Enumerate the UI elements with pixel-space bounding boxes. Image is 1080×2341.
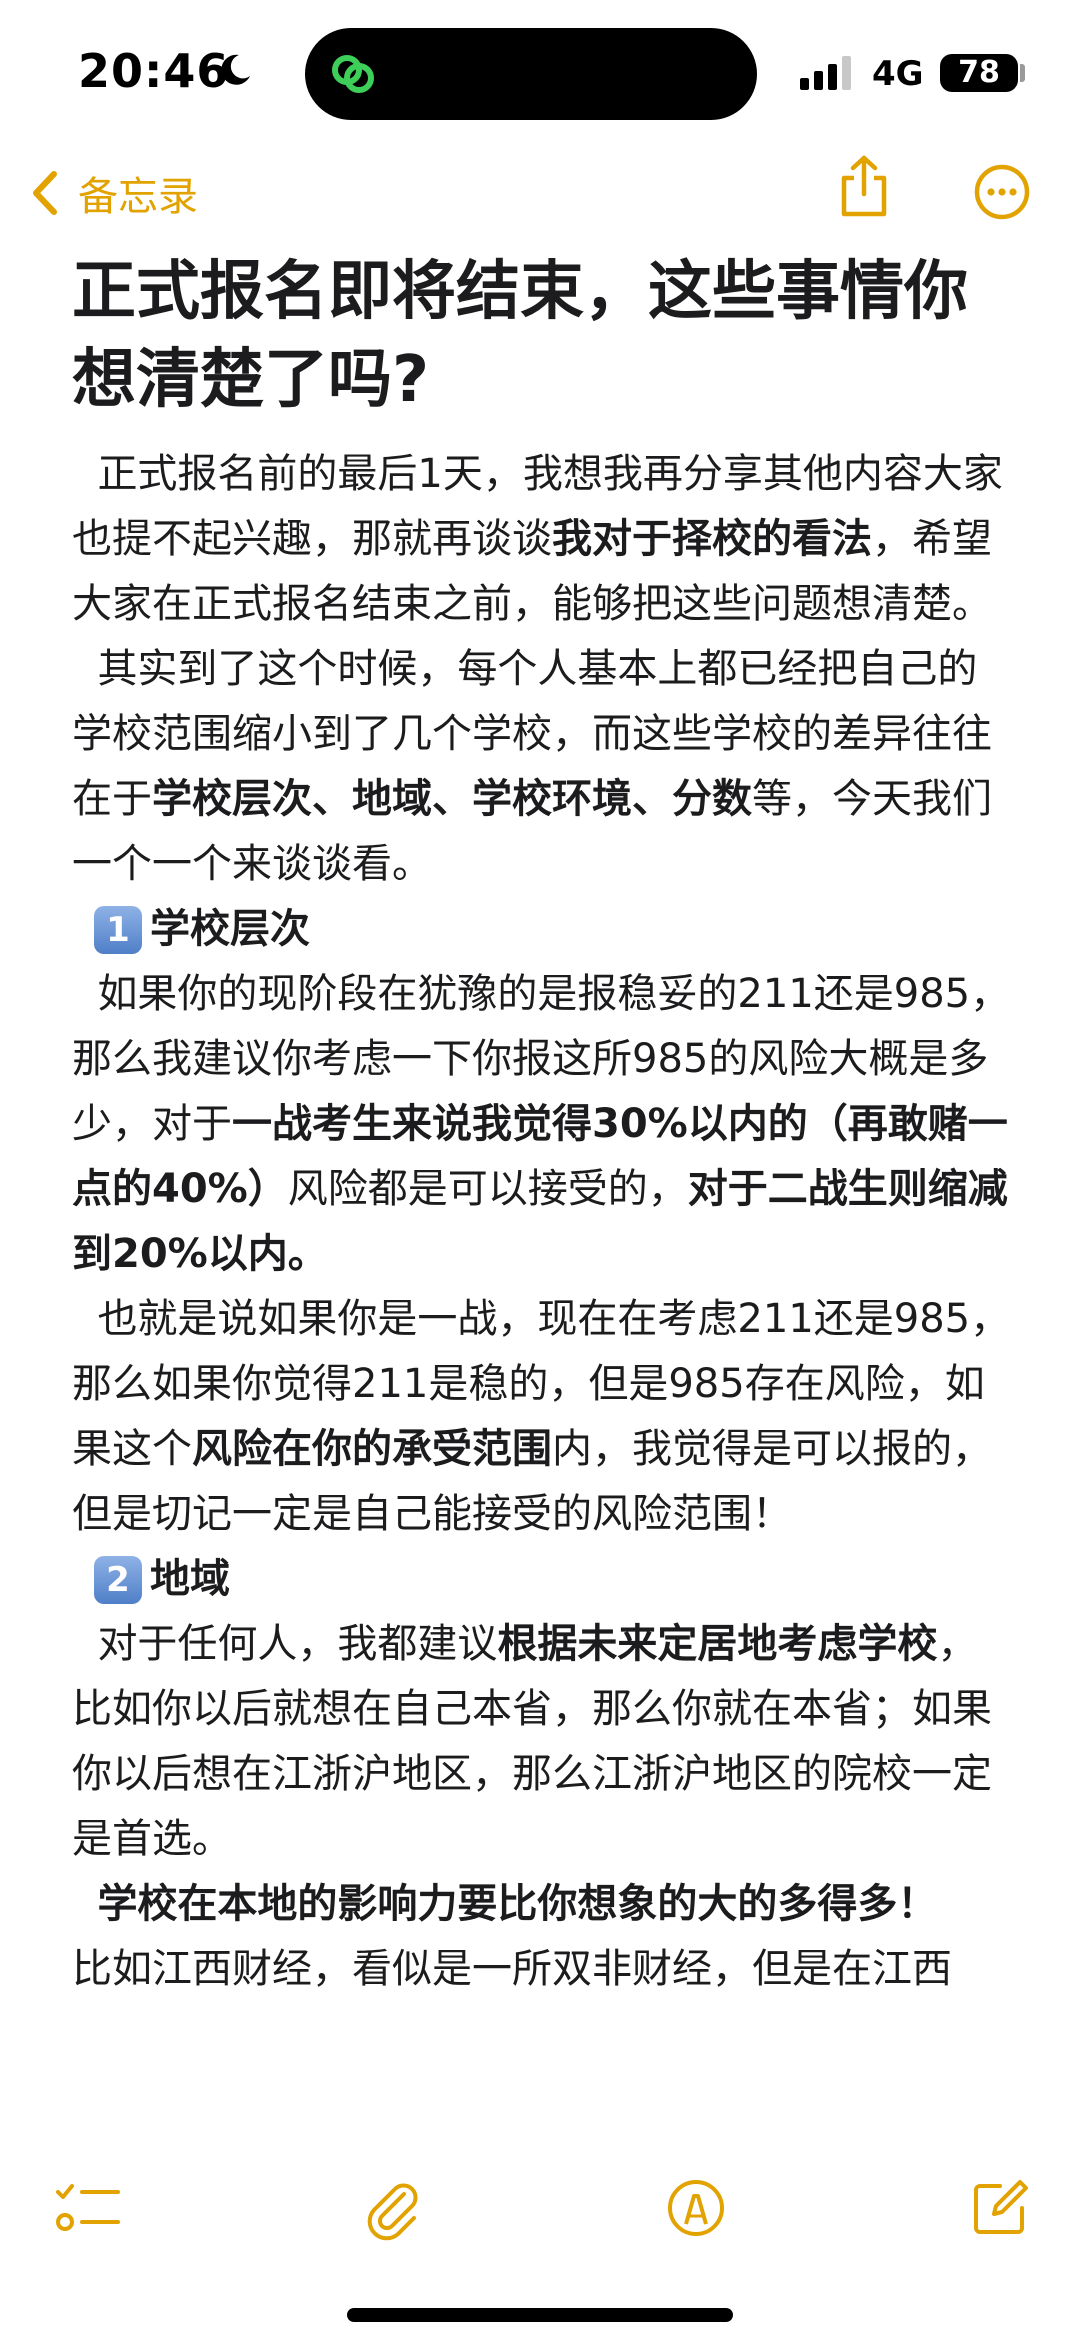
paragraph-1: 正式报名前的最后1天，我想我再分享其他内容大家也提不起兴趣，那就再谈谈我对于择校… <box>72 442 1016 637</box>
status-bar: 20:46 4G 78 <box>0 0 1080 150</box>
p3-text-c: 风险都是可以接受的， <box>287 1166 688 1212</box>
p6-bold: 学校在本地的影响力要比你想象的大的多得多！ <box>97 1881 938 1927</box>
note-title: 正式报名即将结束，这些事情你想清楚了吗? <box>72 255 968 417</box>
keycap-one-icon: 1 <box>94 905 142 954</box>
p6-text-b: 比如江西财经，看似是一所双非财经，但是在江西 <box>72 1946 952 1992</box>
paperclip-icon[interactable] <box>364 2178 420 2242</box>
paragraph-4: 也就是说如果你是一战，现在在考虑211还是985，那么如果你觉得211是稳的，但… <box>72 1287 1016 1547</box>
markup-icon[interactable] <box>666 2178 726 2238</box>
checklist-icon[interactable] <box>56 2178 120 2238</box>
more-icon[interactable] <box>974 164 1030 220</box>
p5-bold: 根据未来定居地考虑学校 <box>497 1621 938 1667</box>
section-heading-2: 2 地域 <box>72 1547 1016 1612</box>
chevron-left-icon <box>33 171 57 215</box>
share-icon[interactable] <box>838 154 890 218</box>
p5-text-a: 对于任何人，我都建议 <box>97 1621 498 1667</box>
battery-cap <box>1020 64 1025 82</box>
moon-icon <box>221 54 250 85</box>
home-indicator[interactable] <box>347 2308 733 2322</box>
back-button[interactable]: 备忘录 <box>30 164 198 222</box>
bottom-toolbar <box>0 2148 1080 2268</box>
p2-bold: 学校层次、地域、学校环境、分数 <box>152 776 752 822</box>
heading-2-text: 地域 <box>150 1556 230 1602</box>
navigation-bar: 备忘录 <box>0 150 1080 230</box>
app-link-icon <box>332 55 374 93</box>
battery-level: 78 <box>940 54 1018 92</box>
heading-1-text: 学校层次 <box>150 906 310 952</box>
network-type: 4G <box>872 54 924 94</box>
keycap-two-icon: 2 <box>94 1555 142 1604</box>
note-body[interactable]: 正式报名即将结束，这些事情你想清楚了吗? 正式报名前的最后1天，我想我再分享其他… <box>72 248 1016 2002</box>
paragraph-3: 如果你的现阶段在犹豫的是报稳妥的211还是985，那么我建议你考虑一下你报这所9… <box>72 962 1016 1287</box>
compose-icon[interactable] <box>970 2178 1030 2238</box>
signal-icon <box>800 56 851 90</box>
paragraph-5: 对于任何人，我都建议根据未来定居地考虑学校，比如你以后就想在自己本省，那么你就在… <box>72 1612 1016 1872</box>
status-time: 20:46 <box>78 44 230 98</box>
p1-bold: 我对于择校的看法 <box>552 516 872 562</box>
dynamic-island <box>305 28 757 120</box>
section-heading-1: 1 学校层次 <box>72 897 1016 962</box>
paragraph-2: 其实到了这个时候，每个人基本上都已经把自己的学校范围缩小到了几个学校，而这些学校… <box>72 637 1016 897</box>
p4-bold: 风险在你的承受范围 <box>192 1426 552 1472</box>
paragraph-6: 学校在本地的影响力要比你想象的大的多得多！ 比如江西财经，看似是一所双非财经，但是… <box>72 1872 1016 2002</box>
back-label: 备忘录 <box>78 174 198 220</box>
